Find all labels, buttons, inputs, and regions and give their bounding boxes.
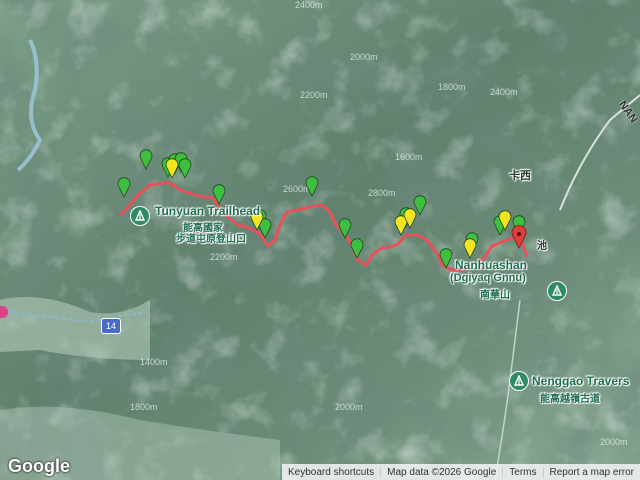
contour-label: 2000m bbox=[600, 437, 628, 447]
report-error-link[interactable]: Report a map error bbox=[542, 466, 640, 478]
contour-label: 2200m bbox=[210, 252, 238, 262]
terms-link[interactable]: Terms bbox=[502, 466, 542, 478]
contour-label: 2200m bbox=[300, 90, 328, 100]
contour-label: 1800m bbox=[130, 402, 158, 412]
trailhead-poi-icon[interactable] bbox=[130, 206, 150, 226]
nenggao-zh-label: 能高越嶺古道 bbox=[540, 394, 600, 405]
end-pin-dot bbox=[517, 232, 521, 236]
contour-label: 2000m bbox=[335, 402, 363, 412]
contour-label: 1800m bbox=[438, 82, 466, 92]
contour-label: 2000m bbox=[350, 52, 378, 62]
trailhead-zh-line2: 步道屯原登山口 bbox=[176, 234, 246, 245]
trailhead-label[interactable]: Tunyuan Trailhead bbox=[155, 204, 260, 218]
google-logo[interactable]: Google bbox=[8, 456, 70, 477]
contour-label: 2400m bbox=[490, 87, 518, 97]
contour-label: 1600m bbox=[395, 152, 423, 162]
nanhuashan-poi-icon[interactable] bbox=[547, 281, 567, 301]
map-footer: Keyboard shortcuts Map data ©2026 Google… bbox=[281, 464, 640, 480]
contour-label: 1400m bbox=[140, 357, 168, 367]
map-data-attribution: Map data ©2026 Google bbox=[380, 466, 502, 478]
nenggao-label[interactable]: Nenggao Travers bbox=[532, 374, 629, 388]
pond-label: 池 bbox=[537, 241, 547, 252]
nanhuashan-label[interactable]: Nanhuashan bbox=[455, 258, 527, 272]
contour-label: 2400m bbox=[295, 0, 323, 10]
nanhuashan-zh-label: 南華山 bbox=[480, 290, 510, 301]
keyboard-shortcuts-link[interactable]: Keyboard shortcuts bbox=[282, 467, 380, 478]
kaxi-label: 卡西 bbox=[509, 170, 531, 182]
nenggao-poi-icon[interactable] bbox=[509, 371, 529, 391]
contour-label: 2800m bbox=[368, 188, 396, 198]
route-14-shield: 14 bbox=[101, 318, 121, 334]
nanhuashan-sub-label: (Dgiyaq Gnnu) bbox=[450, 272, 526, 284]
